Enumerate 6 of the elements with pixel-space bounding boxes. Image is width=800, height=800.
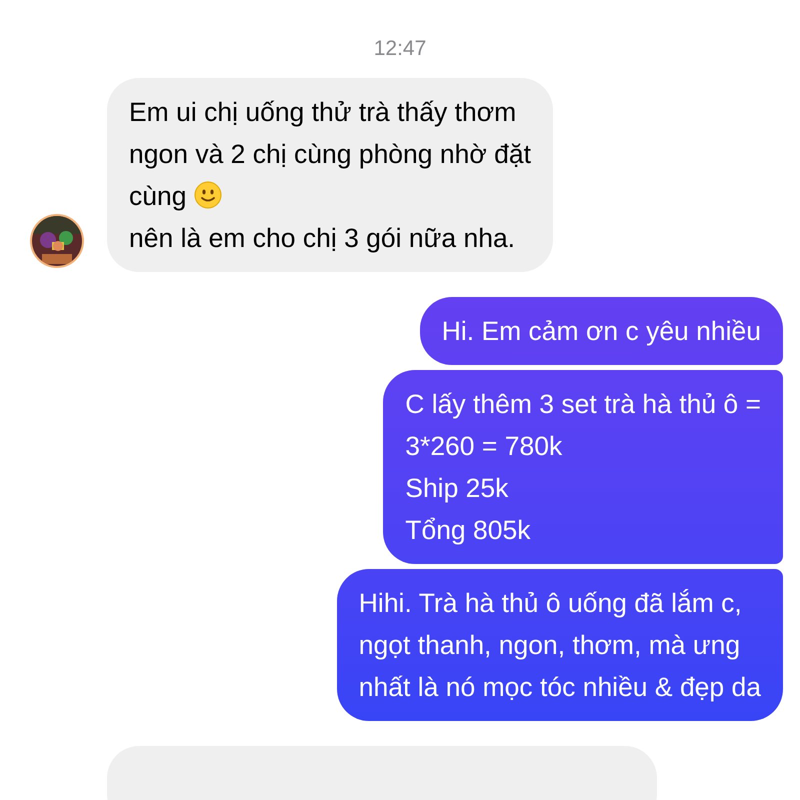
message-text: nên là em cho chị 3 gói nữa nha. xyxy=(129,222,516,252)
message-text: cùng xyxy=(129,180,186,210)
message-text: C lấy thêm 3 set trà hà thủ ô = 3*260 = 780k Ship 25k Tổng 805k xyxy=(405,388,761,544)
timestamp: 12:47 xyxy=(374,36,426,62)
message-text: Hihi. Trà hà thủ ô uống đã lắm c, ngọt thanh, ngon, thơm, mà ưng nhất là nó mọc tóc nhiều & đẹp da xyxy=(358,588,761,702)
message-text: Hi. Em cảm ơn c yêu nhiều xyxy=(442,316,761,346)
